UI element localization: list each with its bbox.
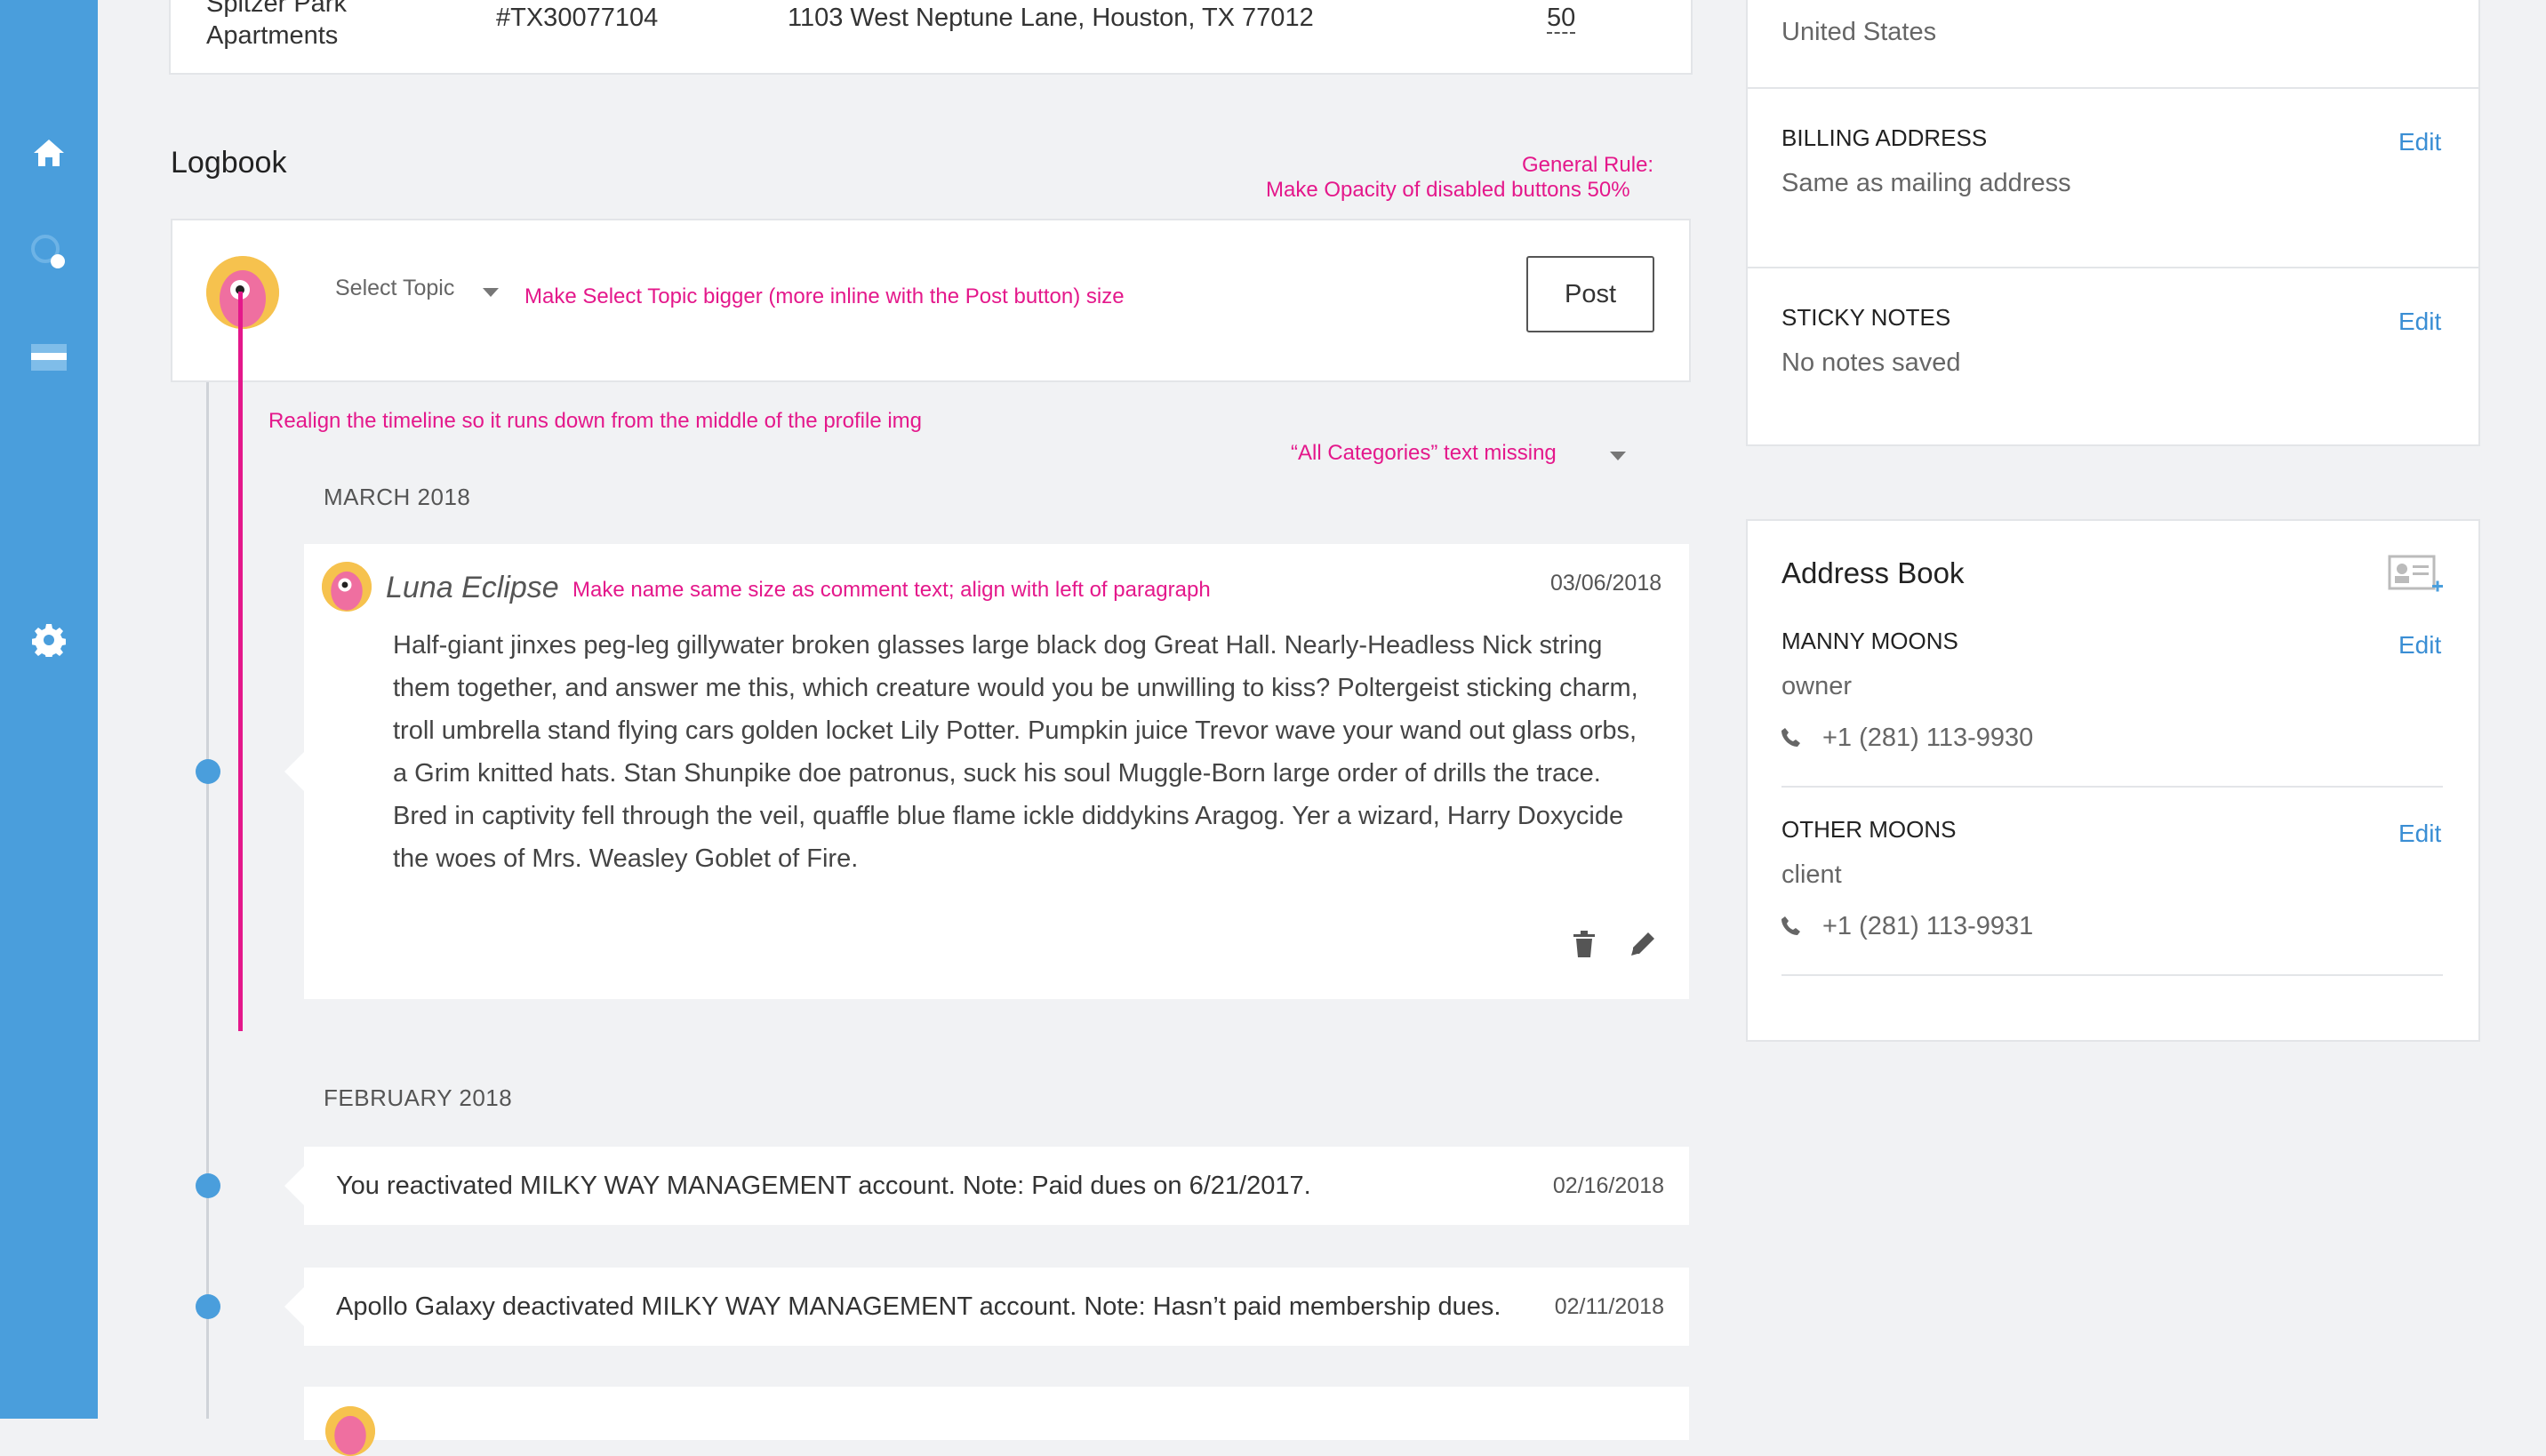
month-header: MARCH 2018 — [324, 484, 471, 510]
timeline-entry — [304, 1387, 1689, 1456]
billing-edit-link[interactable]: Edit — [2398, 128, 2441, 156]
annotation-timeline-marker — [238, 292, 243, 1031]
entry-pointer — [284, 1166, 304, 1205]
billing-address-label: BILLING ADDRESS — [1781, 124, 1988, 151]
sticky-notes-value: No notes saved — [1781, 348, 1961, 377]
entry-text: Apollo Galaxy deactivated MILKY WAY MANA… — [336, 1292, 1501, 1321]
entry-pointer — [284, 1287, 304, 1326]
entry-date: 02/11/2018 — [1554, 1294, 1664, 1319]
property-row[interactable]: Spitzer Park Apartments #TX30077104 1103… — [169, 0, 1693, 75]
month-header: FEBRUARY 2018 — [324, 1084, 513, 1111]
annotation-select-topic: Make Select Topic bigger (more inline wi… — [524, 284, 1125, 308]
annotation-opacity-rule: Make Opacity of disabled buttons 50% — [1266, 178, 1630, 202]
property-name-line1: Spitzer Park — [206, 0, 347, 18]
select-topic-dropdown[interactable]: Select Topic — [335, 276, 454, 301]
divider — [1781, 786, 2443, 788]
contact-phone[interactable]: +1 (281) 113-9930 — [1822, 724, 2033, 753]
contact-role: owner — [1781, 672, 1852, 700]
timeline-dot — [196, 1294, 220, 1319]
contact-name: OTHER MOONS — [1781, 816, 1957, 843]
timeline-dot — [196, 1173, 220, 1198]
post-date: 03/06/2018 — [1550, 571, 1662, 596]
post-button[interactable]: Post — [1526, 256, 1654, 332]
country-value: United States — [1781, 18, 1937, 46]
add-contact-icon[interactable] — [2388, 555, 2443, 602]
divider — [1748, 267, 2478, 268]
phone-icon — [1781, 916, 1801, 940]
annotation-timeline: Realign the timeline so it runs down fro… — [268, 409, 923, 433]
sticky-notes-label: STICKY NOTES — [1781, 304, 1951, 331]
phone-icon — [1781, 727, 1801, 751]
post-author-avatar — [322, 562, 372, 612]
contact-edit-link[interactable]: Edit — [2398, 820, 2441, 848]
chevron-down-icon[interactable] — [483, 288, 499, 297]
divider — [1781, 974, 2443, 976]
contact-phone[interactable]: +1 (281) 113-9931 — [1822, 912, 2033, 941]
logbook-title: Logbook — [171, 146, 287, 180]
timeline-line — [206, 382, 209, 1419]
annotation-author-name: Make name same size as comment text; ali… — [572, 578, 1211, 602]
post-pointer — [284, 752, 304, 791]
account-details-panel — [1746, 0, 2480, 446]
billing-address-value: Same as mailing address — [1781, 169, 2071, 197]
card-icon[interactable] — [28, 336, 70, 379]
gear-icon[interactable] — [28, 619, 70, 661]
sticky-edit-link[interactable]: Edit — [2398, 308, 2441, 336]
annotation-general-rule: General Rule: — [1522, 153, 1654, 177]
divider — [1748, 87, 2478, 89]
user-avatar — [206, 256, 279, 329]
entry-date: 02/16/2018 — [1552, 1173, 1664, 1198]
address-book-panel — [1746, 519, 2480, 1042]
timeline-entry: You reactivated MILKY WAY MANAGEMENT acc… — [304, 1147, 1689, 1225]
property-name-line2: Apartments — [206, 21, 339, 50]
home-icon[interactable] — [28, 132, 70, 174]
annotation-categories: “All Categories” text missing — [1291, 441, 1557, 465]
entry-text: You reactivated MILKY WAY MANAGEMENT acc… — [336, 1172, 1311, 1200]
property-address: 1103 West Neptune Lane, Houston, TX 7701… — [788, 4, 1314, 32]
address-book-title: Address Book — [1781, 556, 1965, 589]
categories-chevron-down-icon[interactable] — [1610, 452, 1626, 460]
sidebar — [0, 0, 98, 1419]
trash-icon[interactable] — [1572, 930, 1597, 963]
post-body: Half-giant jinxes peg-leg gillywater bro… — [393, 631, 1638, 873]
contact-edit-link[interactable]: Edit — [2398, 631, 2441, 660]
property-units[interactable]: 50 — [1547, 4, 1576, 34]
search-icon[interactable] — [28, 231, 70, 274]
contact-name: MANNY MOONS — [1781, 628, 1958, 654]
post-author-name: Luna Eclipse — [386, 571, 559, 604]
property-id: #TX30077104 — [496, 4, 659, 32]
timeline-entry: Apollo Galaxy deactivated MILKY WAY MANA… — [304, 1268, 1689, 1346]
pencil-icon[interactable] — [1629, 930, 1657, 963]
timeline-dot — [196, 759, 220, 784]
entry-avatar — [325, 1406, 375, 1456]
contact-role: client — [1781, 860, 1842, 889]
